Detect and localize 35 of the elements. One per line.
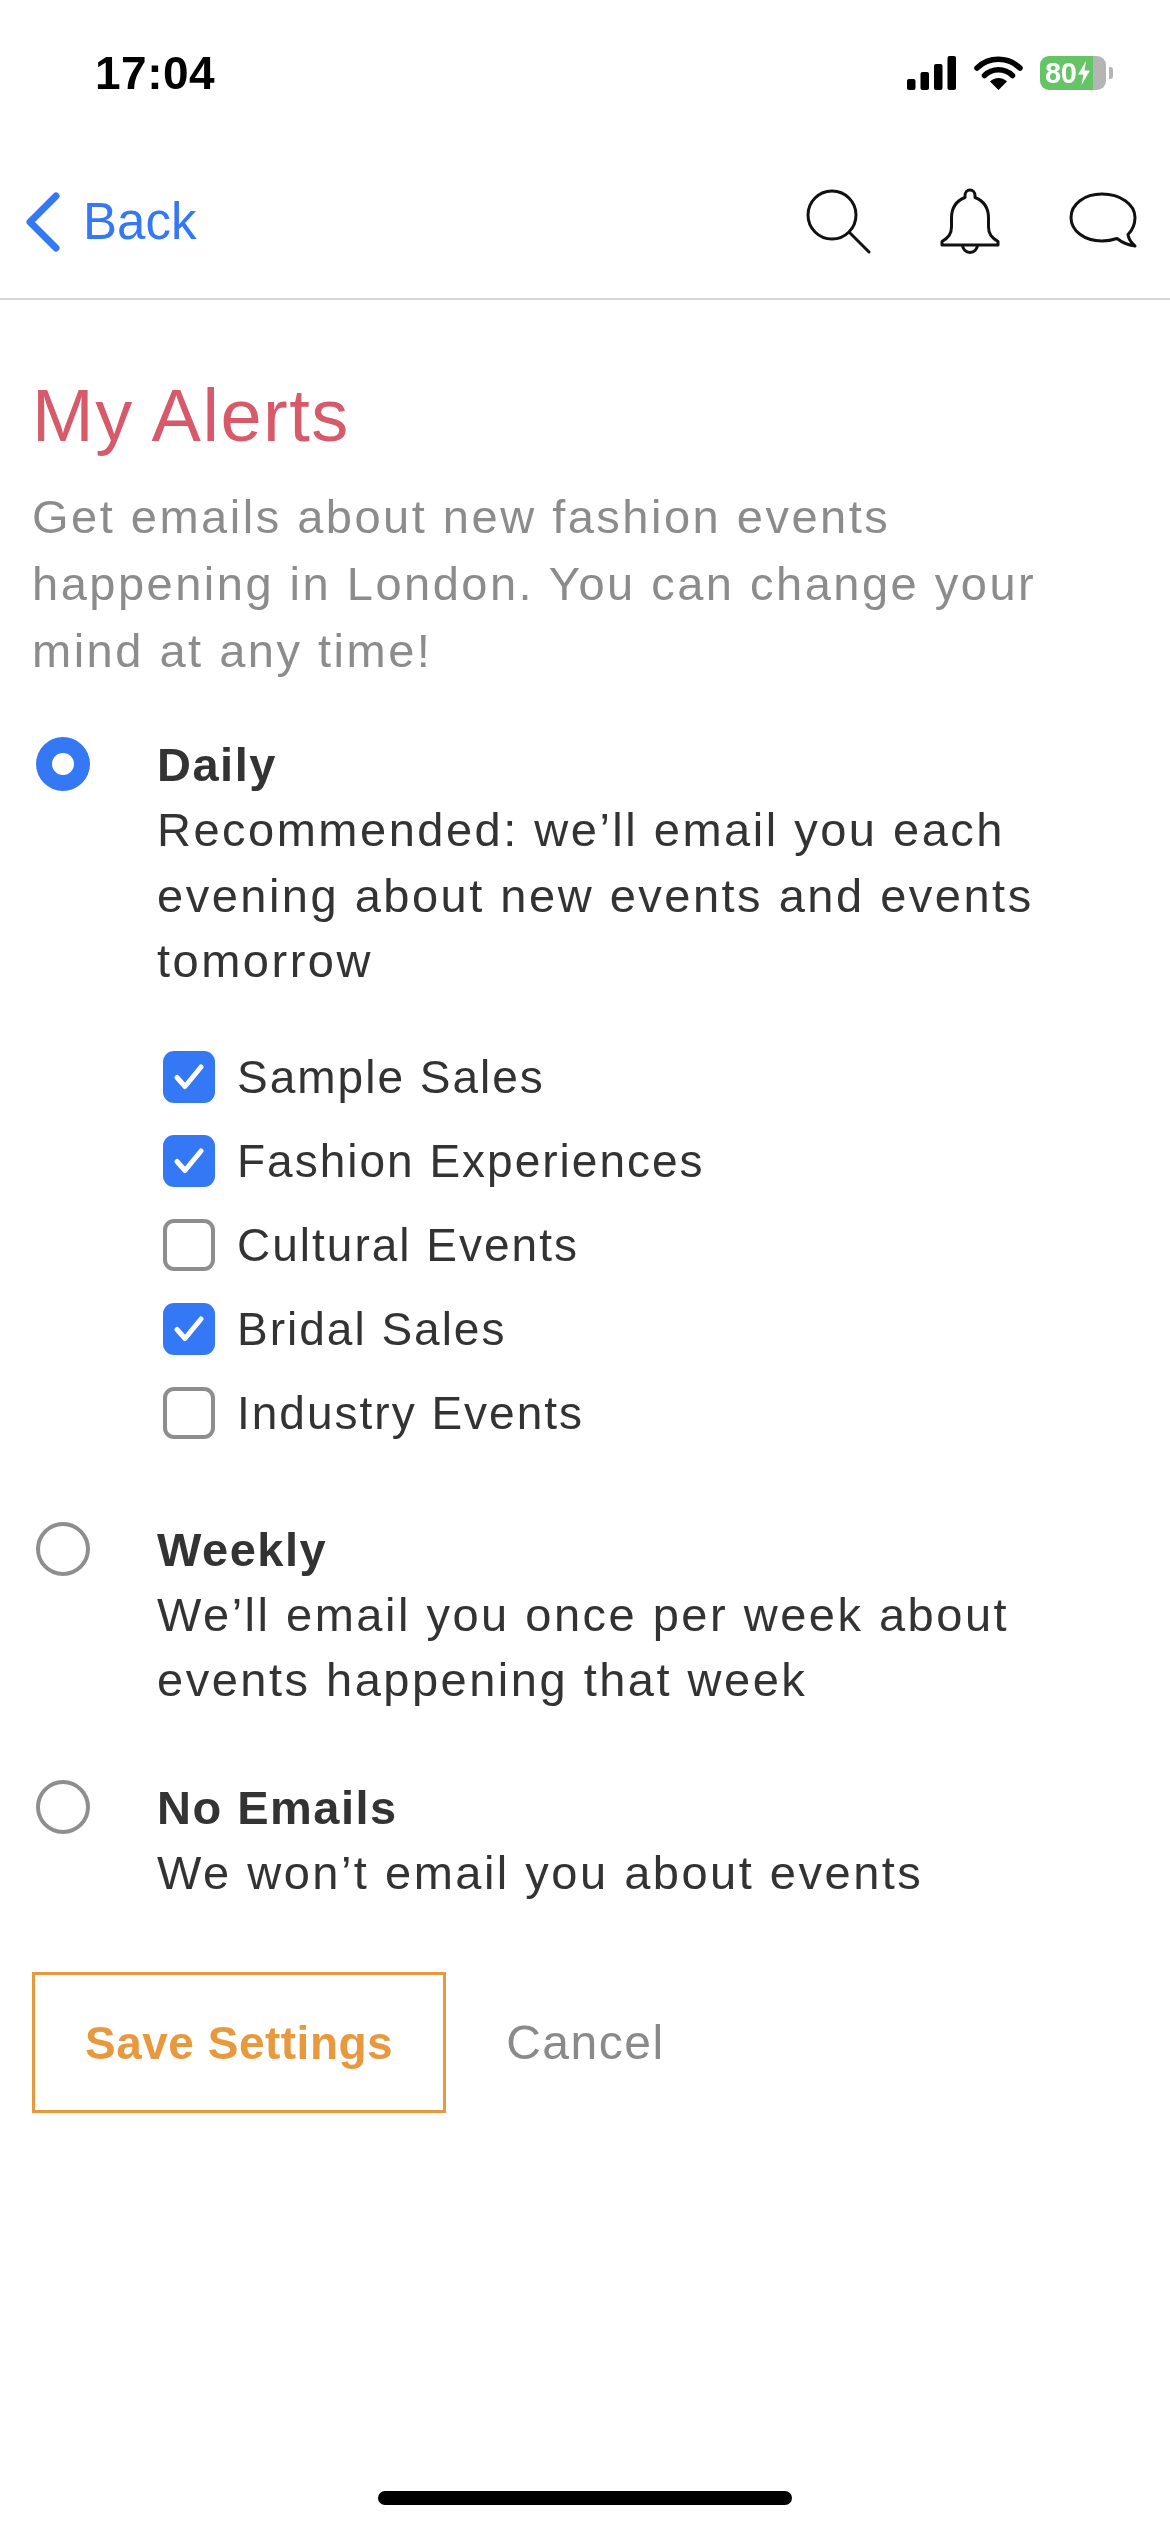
- signal-icon: [907, 56, 957, 90]
- option-description: Recommended: we’ll email you each evening about new events and events tomorrow: [157, 802, 1035, 989]
- cancel-button[interactable]: Cancel: [506, 2012, 665, 2073]
- checkbox[interactable]: [163, 1386, 215, 1439]
- option-title: Weekly: [157, 1521, 329, 1578]
- checkmark-icon: [174, 1315, 204, 1342]
- option-description: We won’t email you about events: [157, 1844, 925, 1901]
- checkmark-icon: [174, 1063, 204, 1090]
- option-title: No Emails: [157, 1779, 399, 1836]
- checkbox[interactable]: [163, 1050, 215, 1103]
- status-time: 17:04: [95, 46, 216, 100]
- checkbox[interactable]: [163, 1302, 215, 1355]
- search-icon[interactable]: [805, 188, 871, 256]
- checkbox-label: Cultural Events: [237, 1217, 579, 1273]
- back-button[interactable]: Back: [24, 191, 197, 253]
- bell-icon[interactable]: [939, 188, 1001, 256]
- radio-button[interactable]: [36, 1521, 90, 1576]
- checkbox[interactable]: [163, 1218, 215, 1271]
- checkbox-label: Sample Sales: [237, 1049, 545, 1105]
- chevron-left-icon: [24, 191, 61, 253]
- save-settings-button[interactable]: Save Settings: [32, 1972, 447, 2113]
- option-description: We’ll email you once per week about events happening that week: [157, 1586, 1011, 1708]
- checkbox[interactable]: [163, 1134, 215, 1187]
- option-title: Daily: [157, 737, 278, 793]
- checkmark-icon: [174, 1147, 204, 1174]
- checkbox-label: Fashion Experiences: [237, 1133, 705, 1189]
- radio-button[interactable]: [36, 1779, 90, 1834]
- page-title: My Alerts: [32, 374, 351, 458]
- checkbox-label: Industry Events: [237, 1385, 585, 1441]
- wifi-icon: [974, 56, 1023, 90]
- radio-button[interactable]: [36, 737, 90, 791]
- page-description: Get emails about new fashion events happening in London. You can change your mind at any time!: [32, 489, 1038, 679]
- checkbox-label: Bridal Sales: [237, 1301, 507, 1357]
- bolt-icon: [1077, 61, 1092, 85]
- battery-percentage: 80: [1045, 56, 1077, 90]
